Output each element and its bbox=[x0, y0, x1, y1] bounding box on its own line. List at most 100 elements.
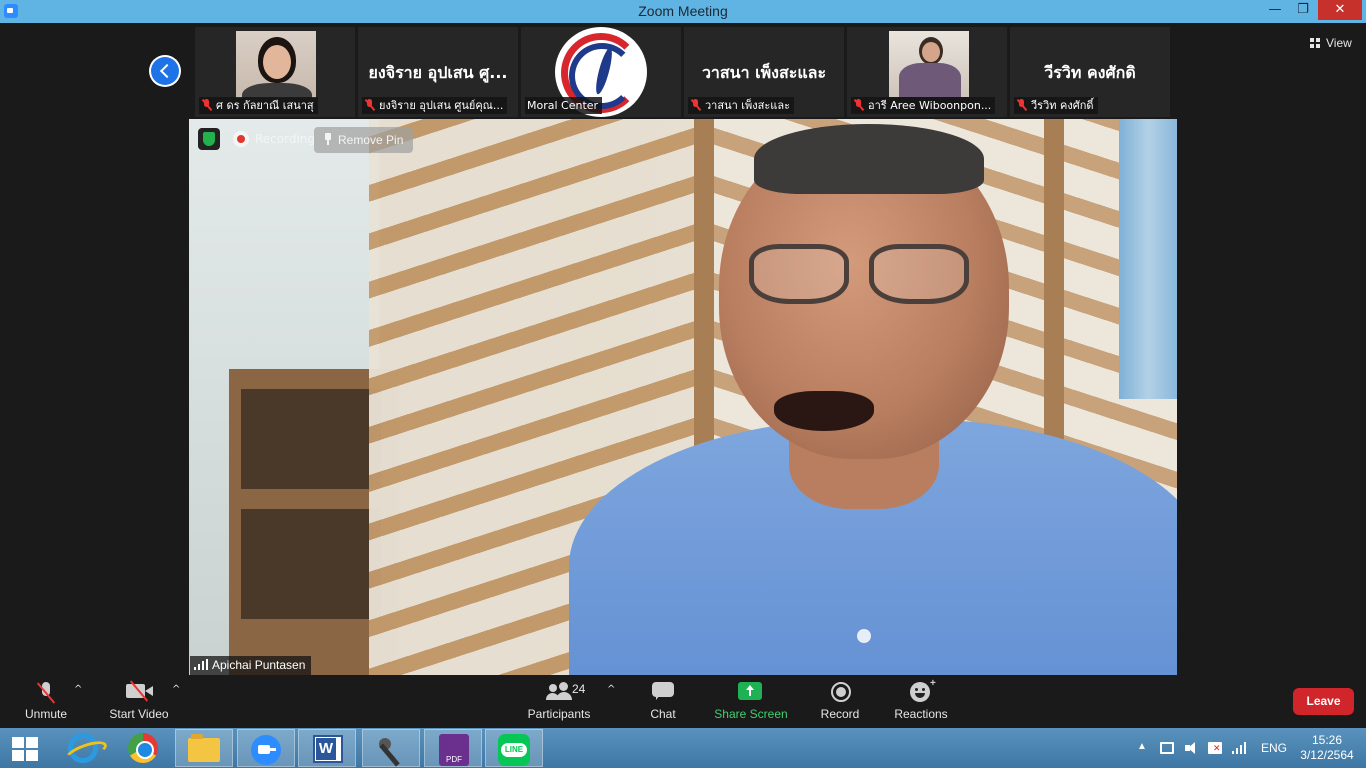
window-title: Zoom Meeting bbox=[638, 3, 728, 19]
curtain bbox=[1119, 119, 1177, 399]
encryption-shield-icon[interactable] bbox=[198, 128, 220, 150]
taskbar-file-explorer[interactable] bbox=[175, 729, 233, 767]
share-screen-icon bbox=[738, 682, 762, 700]
participant-caption: วาสนา เพ็งสะและ bbox=[688, 97, 795, 114]
pdf-icon bbox=[439, 734, 469, 766]
start-button[interactable] bbox=[0, 729, 50, 767]
share-screen-label: Share Screen bbox=[714, 707, 788, 721]
taskbar-internet-explorer[interactable] bbox=[52, 729, 110, 767]
maximize-button[interactable]: ❐ bbox=[1290, 0, 1316, 20]
windows-logo-icon bbox=[12, 737, 38, 761]
taskbar-chrome[interactable] bbox=[114, 729, 172, 767]
speaker-icon[interactable] bbox=[1185, 742, 1199, 754]
participant-display-name: วาสนา เพ็งสะและ bbox=[701, 63, 827, 82]
input-language[interactable]: ENG bbox=[1261, 741, 1287, 755]
taskbar-zoom[interactable] bbox=[237, 729, 295, 767]
line-app-icon bbox=[498, 734, 530, 766]
video-options-caret[interactable]: ^ bbox=[172, 684, 180, 695]
participant-thumbnail[interactable]: วีรวิท คงศักดิ วีรวิท คงศักดิ์ bbox=[1010, 27, 1170, 117]
clock-date: 3/12/2564 bbox=[1300, 748, 1354, 762]
taskbar-line[interactable] bbox=[485, 729, 543, 767]
reactions-smiley-icon bbox=[910, 682, 930, 702]
participant-name: อารี Aree Wiboonpon... bbox=[868, 99, 992, 112]
participants-button[interactable]: 24 Participants bbox=[524, 680, 594, 724]
glasses bbox=[869, 244, 969, 304]
power-icon[interactable] bbox=[1160, 742, 1174, 754]
start-video-button[interactable]: Start Video bbox=[104, 680, 174, 724]
start-video-label: Start Video bbox=[109, 707, 169, 721]
participant-name: ศ ดร กัลยาณี เสนาสุ bbox=[216, 99, 314, 112]
participant-thumbnail[interactable]: ยงจิราย อุปเสน ศู... ยงจิราย อุปเสน ศูนย… bbox=[358, 27, 518, 117]
reactions-button[interactable]: + Reactions bbox=[893, 678, 949, 724]
action-center-flag-icon[interactable] bbox=[1208, 742, 1222, 754]
pin-icon bbox=[324, 133, 332, 145]
participants-label: Participants bbox=[527, 707, 591, 721]
chat-label: Chat bbox=[650, 707, 676, 721]
participant-name: ยงจิราย อุปเสน ศูนย์คุณ... bbox=[379, 99, 504, 112]
remove-pin-label: Remove Pin bbox=[338, 133, 404, 147]
taskbar-pdf[interactable] bbox=[424, 729, 482, 767]
participant-caption: ยงจิราย อุปเสน ศูนย์คุณ... bbox=[362, 97, 508, 114]
view-label: View bbox=[1326, 36, 1352, 50]
glasses bbox=[749, 244, 849, 304]
chat-button[interactable]: Chat bbox=[640, 680, 686, 724]
audio-options-caret[interactable]: ^ bbox=[74, 684, 82, 695]
record-button[interactable]: Record bbox=[810, 680, 870, 724]
mic-muted-icon bbox=[364, 98, 376, 112]
unmute-label: Unmute bbox=[24, 707, 68, 721]
clock[interactable]: 15:26 3/12/2564 bbox=[1292, 733, 1362, 763]
minimize-button[interactable]: — bbox=[1262, 0, 1288, 20]
taskbar-word[interactable] bbox=[298, 729, 356, 767]
record-label: Record bbox=[820, 707, 860, 721]
close-button[interactable]: ✕ bbox=[1318, 0, 1362, 20]
speaker-name-label: Apichai Puntasen bbox=[190, 656, 312, 675]
participant-name: วีรวิท คงศักดิ์ bbox=[1031, 99, 1094, 112]
record-icon bbox=[831, 682, 851, 702]
participant-caption: ศ ดร กัลยาณี เสนาสุ bbox=[199, 97, 318, 114]
recording-indicator-icon bbox=[233, 131, 249, 147]
participant-caption: วีรวิท คงศักดิ์ bbox=[1014, 97, 1098, 114]
zoom-window: Zoom Meeting — ❐ ✕ View ศ ดร กัลยาณี เสน… bbox=[0, 0, 1366, 768]
word-icon bbox=[313, 735, 343, 763]
zoom-icon bbox=[251, 735, 281, 765]
mic-muted-icon bbox=[853, 98, 865, 112]
video-camera-off-icon bbox=[126, 680, 154, 702]
previous-page-button[interactable] bbox=[149, 55, 181, 87]
participants-count: 24 bbox=[572, 682, 586, 696]
show-hidden-icons-button[interactable]: ▲ bbox=[1137, 741, 1147, 752]
mic-muted-icon bbox=[201, 98, 213, 112]
participant-name: Moral Center bbox=[527, 99, 599, 112]
share-screen-button[interactable]: Share Screen bbox=[714, 680, 788, 724]
participants-icon bbox=[546, 682, 572, 700]
recording-label: Recording bbox=[255, 132, 316, 146]
participant-display-name: วีรวิท คงศักดิ bbox=[1044, 63, 1136, 82]
reactions-label: Reactions bbox=[894, 707, 948, 721]
participant-caption: อารี Aree Wiboonpon... bbox=[851, 97, 996, 114]
participant-name: วาสนา เพ็งสะและ bbox=[705, 99, 791, 112]
microphone-icon bbox=[377, 736, 407, 764]
participant-thumbnail[interactable]: ศ ดร กัลยาณี เสนาสุ bbox=[195, 27, 355, 117]
remove-pin-button[interactable]: Remove Pin bbox=[314, 127, 414, 153]
participant-caption: Moral Center bbox=[525, 97, 603, 114]
mic-muted-icon bbox=[1016, 98, 1028, 112]
participant-thumbnail[interactable]: อารี Aree Wiboonpon... bbox=[847, 27, 1007, 117]
clock-time: 15:26 bbox=[1311, 733, 1343, 747]
active-speaker-video[interactable] bbox=[189, 119, 1177, 675]
unmute-button[interactable]: Unmute bbox=[14, 680, 78, 724]
mic-muted-icon bbox=[690, 98, 702, 112]
windows-taskbar: ▲ ENG 15:26 3/12/2564 bbox=[0, 728, 1366, 768]
title-bar: Zoom Meeting — ❐ ✕ bbox=[0, 0, 1366, 23]
participants-options-caret[interactable]: ^ bbox=[607, 684, 615, 695]
network-signal-icon[interactable] bbox=[1232, 742, 1246, 754]
chrome-icon bbox=[128, 733, 158, 763]
participant-thumbnail[interactable]: วาสนา เพ็งสะและ วาสนา เพ็งสะและ bbox=[684, 27, 844, 117]
view-button[interactable]: View bbox=[1302, 31, 1360, 55]
taskbar-microphone-app[interactable] bbox=[362, 729, 420, 767]
chat-icon bbox=[652, 682, 674, 700]
leave-meeting-button[interactable]: Leave bbox=[1293, 688, 1354, 715]
participant-thumbnail[interactable]: Moral Center bbox=[521, 27, 681, 117]
participant-display-name: ยงจิราย อุปเสน ศู... bbox=[368, 63, 508, 82]
microphone-muted-icon bbox=[36, 682, 56, 704]
folder-icon bbox=[188, 734, 220, 762]
signal-strength-icon bbox=[194, 659, 208, 670]
